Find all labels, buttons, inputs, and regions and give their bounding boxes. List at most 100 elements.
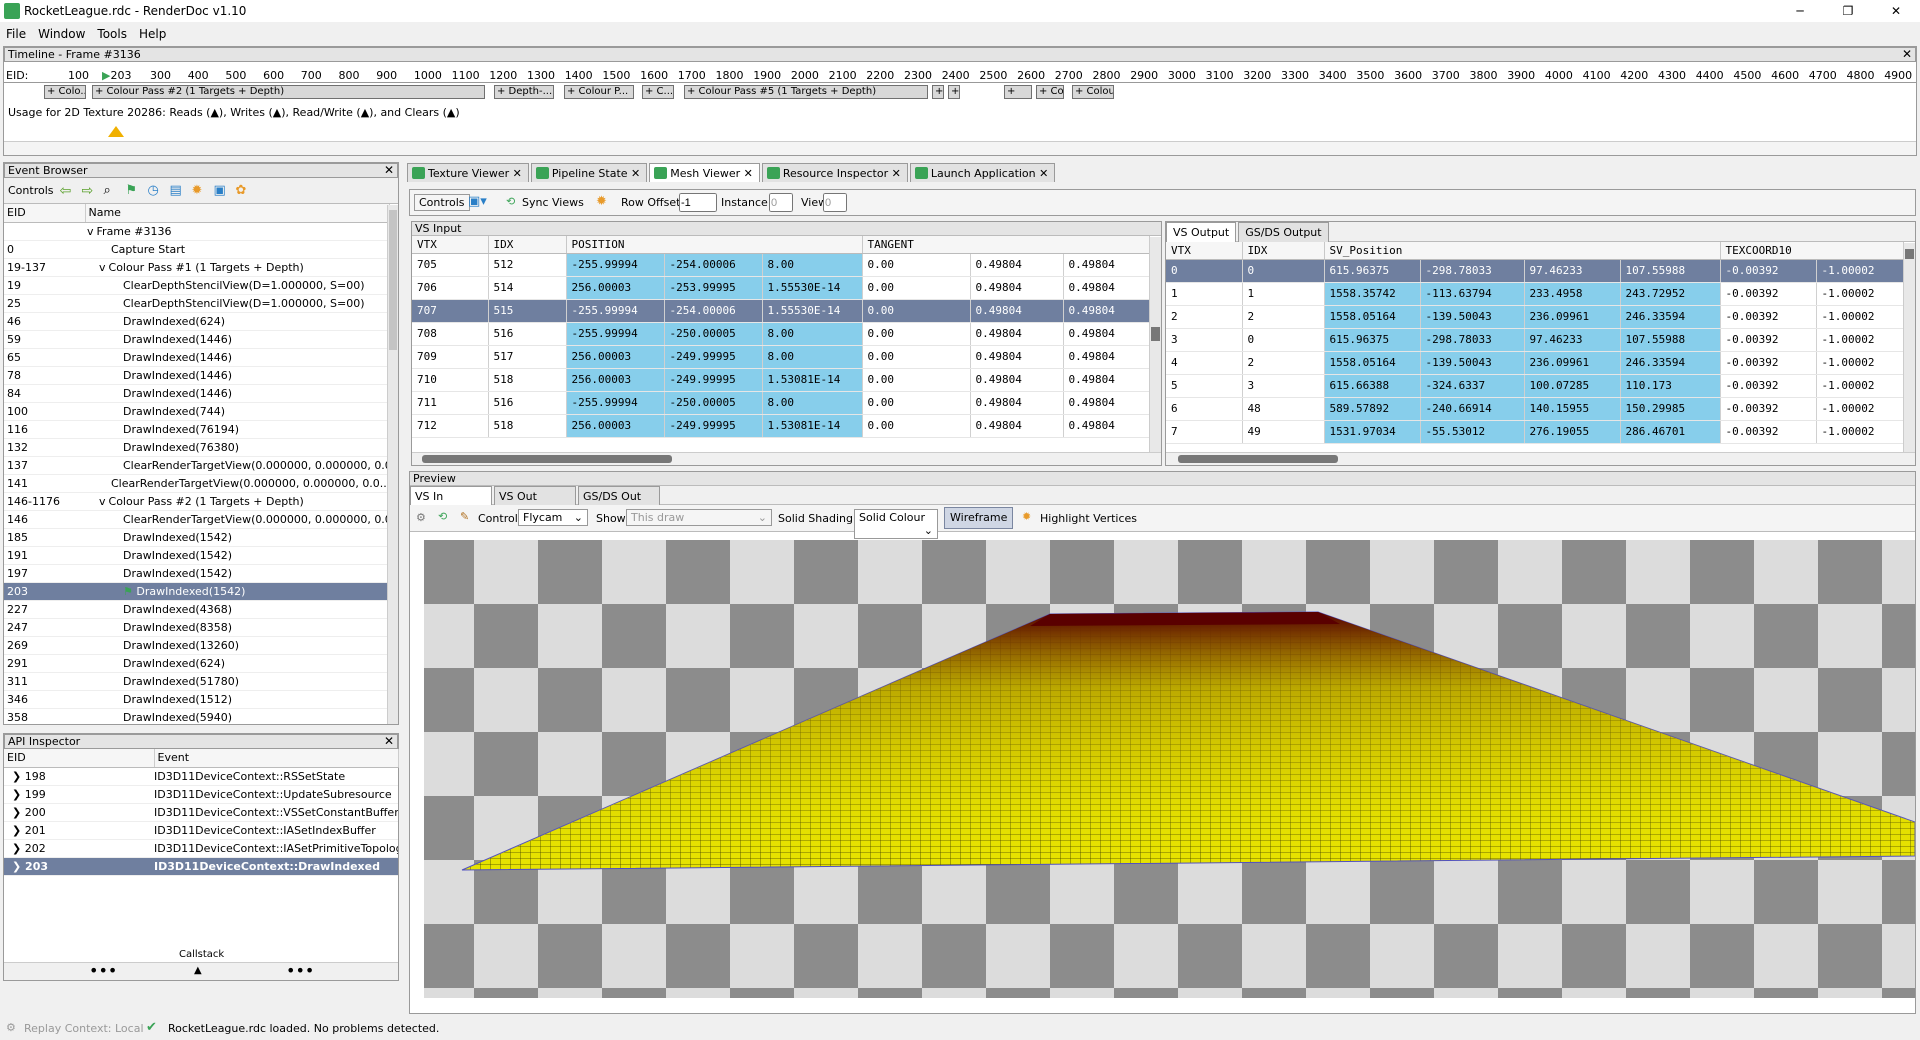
timeline-pass[interactable]: + Depth-... [494, 85, 554, 99]
event-row[interactable]: 269 DrawIndexed(13260) [4, 636, 389, 655]
data-row[interactable]: 709 517 256.00003 -249.99995 8.00 0.00 0.49804… [412, 345, 1150, 369]
expander-icon[interactable]: v [87, 225, 94, 238]
timeline-marker-flag-icon[interactable]: ▶203 [102, 69, 131, 82]
replay-context[interactable]: Replay Context: Local [24, 1022, 144, 1035]
vs-output-scrollbar[interactable] [1903, 243, 1915, 453]
scroll-thumb[interactable] [1151, 327, 1160, 341]
menu-window[interactable]: Window [32, 24, 91, 44]
col-eid[interactable]: EID [4, 204, 86, 223]
shading-select[interactable]: Solid Colour ⌄ [854, 509, 938, 539]
camera-controls-select[interactable]: Flycam ⌄ [518, 509, 588, 526]
col-sv-position[interactable]: SV_Position [1324, 242, 1721, 260]
event-row[interactable]: 59 DrawIndexed(1446) [4, 330, 389, 349]
timeline-pass[interactable]: + [1004, 85, 1032, 99]
instance-input[interactable] [769, 193, 793, 212]
event-row[interactable]: 358 DrawIndexed(5940) [4, 708, 389, 727]
event-row[interactable]: 203 ⚑ DrawIndexed(1542) [4, 582, 389, 601]
data-row[interactable]: 7 49 1531.97034 -55.53012 276.19055 286.46701… [1166, 420, 1904, 444]
export-icon[interactable]: ▤ [170, 183, 186, 199]
tab-mesh-viewer[interactable]: Mesh Viewer ✕ [649, 163, 760, 182]
chevron-right-icon[interactable]: ❯ [12, 842, 25, 855]
expander-icon[interactable]: v [99, 261, 106, 274]
chevron-right-icon[interactable]: ❯ [12, 806, 25, 819]
settings-gear-icon[interactable]: ✹ [192, 183, 208, 199]
data-row[interactable]: 6 48 589.57892 -240.66914 140.15955 150.29985… [1166, 397, 1904, 421]
event-row[interactable]: 191 DrawIndexed(1542) [4, 546, 389, 565]
col-event[interactable]: Event [154, 749, 399, 768]
data-row[interactable]: 712 518 256.00003 -249.99995 1.53081E-14 0.00… [412, 414, 1150, 438]
event-row[interactable]: 116 DrawIndexed(76194) [4, 420, 389, 439]
menu-file[interactable]: File [0, 24, 32, 44]
more-icon[interactable]: ••• [89, 961, 117, 980]
api-row[interactable]: ❯ 199 ID3D11DeviceContext::UpdateSubresou… [4, 785, 398, 804]
event-row[interactable]: 0 Capture Start [4, 240, 389, 259]
close-icon[interactable]: ✕ [1036, 167, 1048, 180]
col-texcoord10[interactable]: TEXCOORD10 [1720, 242, 1904, 260]
data-row[interactable]: 3 0 615.96375 -298.78033 97.46233 107.55988 -0… [1166, 328, 1904, 352]
sync-icon[interactable]: ⟲ [506, 195, 515, 208]
event-row[interactable]: 291 DrawIndexed(624) [4, 654, 389, 673]
tab-gs-ds-output[interactable]: GS/DS Output [1238, 222, 1329, 242]
timeline-pass[interactable]: + Colour P... [564, 85, 634, 99]
view-input[interactable] [823, 193, 847, 212]
timeline-pass[interactable]: + Colour Pass #2 (1 Targets + Depth) [92, 85, 485, 99]
more-icon[interactable]: ••• [286, 961, 314, 980]
scroll-thumb[interactable] [1905, 249, 1914, 259]
timeline-pass[interactable]: + Co... [1036, 85, 1064, 99]
event-row[interactable]: 84 DrawIndexed(1446) [4, 384, 389, 403]
api-row[interactable]: ❯ 198 ID3D11DeviceContext::RSSetState [4, 767, 398, 786]
bookmark-flag-icon[interactable]: ⚑ [126, 183, 142, 199]
timeline-scrollbar[interactable] [4, 141, 1916, 155]
event-row[interactable]: 346 DrawIndexed(1512) [4, 690, 389, 709]
event-row[interactable]: 185 DrawIndexed(1542) [4, 528, 389, 547]
vs-output-hscroll[interactable] [1166, 452, 1915, 465]
tab-pipeline-state[interactable]: Pipeline State ✕ [530, 163, 648, 182]
col-idx[interactable]: IDX [488, 236, 567, 254]
callstack-label[interactable]: Callstack [179, 949, 224, 960]
chevron-right-icon[interactable]: ❯ [12, 860, 25, 873]
timeline-pass[interactable]: + Colour Pass #13 (1 Targets + Depth) [1072, 85, 1114, 99]
timeline-pass[interactable]: + [948, 85, 960, 99]
pick-icon[interactable]: ✎ [460, 510, 469, 523]
save-icon[interactable]: ▣▾ [468, 194, 487, 209]
api-row[interactable]: ❯ 201 ID3D11DeviceContext::IASetIndexBuff… [4, 821, 398, 840]
tab-vs-in[interactable]: VS In [410, 486, 492, 506]
event-row[interactable]: 65 DrawIndexed(1446) [4, 348, 389, 367]
menu-help[interactable]: Help [133, 24, 172, 44]
scroll-thumb[interactable] [389, 210, 397, 350]
chevron-right-icon[interactable]: ❯ [12, 824, 25, 837]
data-row[interactable]: 706 514 256.00003 -253.99995 1.55530E-14 0.00… [412, 276, 1150, 300]
chevron-right-icon[interactable]: ❯ [12, 770, 25, 783]
col-idx[interactable]: IDX [1242, 242, 1325, 260]
arrow-right-icon[interactable]: ⇨ [82, 183, 98, 199]
tab-resource-inspector[interactable]: Resource Inspector ✕ [761, 163, 908, 182]
col-position[interactable]: POSITION [566, 236, 863, 254]
timeline-pass[interactable]: + C... [642, 85, 674, 99]
close-icon[interactable]: ✕ [740, 167, 753, 180]
colour-icon[interactable]: ✿ [236, 183, 252, 199]
timeline-pass[interactable]: + Colo... [44, 85, 86, 99]
timeline-pass[interactable]: + Colour Pass #5 (1 Targets + Depth) [684, 85, 928, 99]
close-icon[interactable]: ✕ [384, 164, 394, 177]
event-row[interactable]: 19-137 v Colour Pass #1 (1 Targets + Depth… [4, 258, 389, 277]
tab-vs-output[interactable]: VS Output [1166, 222, 1237, 242]
data-row[interactable]: 1 1 1558.35742 -113.63794 233.4958 243.72952-… [1166, 282, 1904, 306]
close-icon[interactable]: ✕ [628, 167, 640, 180]
highlight-icon[interactable]: ✹ [596, 194, 607, 209]
event-row[interactable]: v Frame #3136 [4, 222, 389, 241]
event-row[interactable]: 19 ClearDepthStencilView(D=1.000000, S=00… [4, 276, 389, 295]
highlight-vertices-icon[interactable]: ✹ [1022, 510, 1031, 523]
event-row[interactable]: 100 DrawIndexed(744) [4, 402, 389, 421]
col-vtx[interactable]: VTX [412, 236, 489, 254]
chevron-right-icon[interactable]: ❯ [12, 788, 25, 801]
event-row[interactable]: 78 DrawIndexed(1446) [4, 366, 389, 385]
close-icon[interactable]: ✕ [1902, 48, 1912, 61]
tab-gs-ds-out[interactable]: GS/DS Out [578, 486, 660, 506]
event-row[interactable]: 137 ClearRenderTargetView(0.000000, 0.000… [4, 456, 389, 475]
close-icon[interactable]: ✕ [888, 167, 901, 180]
close-icon[interactable]: ✕ [384, 735, 394, 748]
timeline-pass[interactable]: + [932, 85, 944, 99]
usage-read-marker[interactable] [108, 126, 124, 137]
timeline-ruler[interactable]: EID: ▶203 100 300 400 500 600 700 800 900 1000 11… [4, 67, 1916, 83]
scroll-thumb[interactable] [1178, 455, 1338, 463]
